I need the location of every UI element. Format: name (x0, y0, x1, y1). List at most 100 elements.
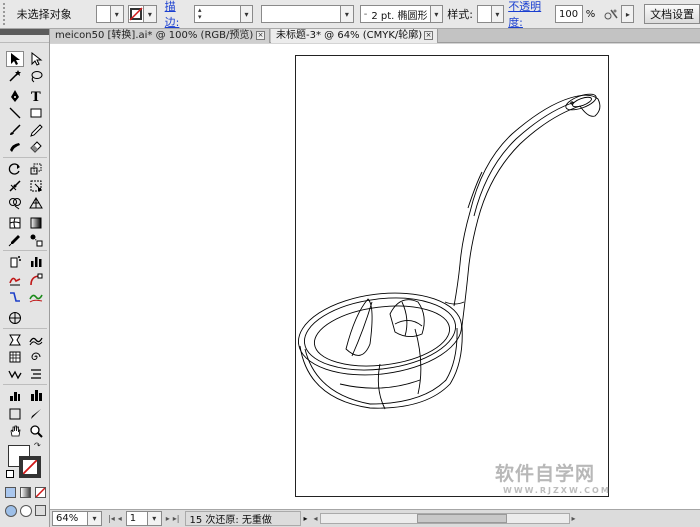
perspective-grid-tool-icon[interactable] (27, 195, 45, 211)
column-graph-tool-icon[interactable] (27, 253, 45, 269)
next-artboard-button[interactable]: ▸ (166, 514, 170, 523)
default-colors-icon[interactable] (6, 470, 14, 478)
shape-builder-tool-icon[interactable] (6, 195, 24, 211)
blend-tool-icon[interactable] (27, 232, 45, 248)
panel-menu-button[interactable]: ▸ (621, 5, 635, 23)
status-menu-button[interactable]: ▸ (303, 514, 307, 523)
selection-status-label: 未选择对象 (16, 8, 72, 21)
document-tab-meicon50[interactable]: meicon50 [转换].ai* @ 100% (RGB/预览) × (50, 29, 270, 43)
rectangle-tool-icon[interactable] (27, 105, 45, 121)
variable-width-dropdown[interactable]: ▾ (341, 5, 354, 23)
magic-wand-tool-icon[interactable] (6, 68, 24, 84)
selection-tool-icon[interactable] (6, 51, 24, 67)
opacity-field[interactable]: 100 (555, 5, 583, 23)
variable-width-profile[interactable] (261, 5, 342, 23)
eyedropper-tool-icon[interactable] (6, 232, 24, 248)
none-mode-button[interactable] (35, 487, 46, 498)
direct-selection-tool-icon[interactable] (27, 51, 45, 67)
free-transform-tool-icon[interactable] (27, 178, 45, 194)
stroke-weight-spinner-icon[interactable]: ▴ ▾ (195, 7, 205, 21)
mesh-tool-icon[interactable] (6, 215, 24, 231)
ladle-outline-artwork[interactable] (50, 44, 700, 509)
pencil-tool-icon[interactable] (27, 122, 45, 138)
horizontal-scrollbar-track[interactable] (319, 513, 570, 524)
last-artboard-button[interactable]: ▸| (173, 514, 180, 523)
tools-panel: T ↷ (0, 29, 50, 527)
blob-brush-tool-icon[interactable] (6, 139, 24, 155)
color-mode-button[interactable] (5, 487, 16, 498)
close-tab-icon[interactable]: × (256, 31, 265, 40)
curve-anchor-red-icon[interactable] (27, 272, 45, 288)
line-segment-tool-icon[interactable] (6, 105, 24, 121)
control-bar: 未选择对象 ▾ ▾ 描边: ▴ ▾ ▾ ▾ - 2 pt. 椭圆形 ▾ 样式: ▾… (0, 0, 700, 29)
brush-definition-dropdown[interactable]: ▾ (430, 5, 444, 23)
draw-normal-mode-icon[interactable] (5, 505, 17, 517)
artboard-target-tool-icon[interactable] (6, 310, 24, 326)
width-tool-icon[interactable] (6, 178, 24, 194)
previous-artboard-button[interactable]: ◂ (118, 514, 122, 523)
brush-definition-field[interactable]: - 2 pt. 椭圆形 (359, 5, 431, 23)
stroke-color-swatch[interactable] (127, 5, 144, 23)
fill-color-swatch[interactable] (96, 5, 111, 23)
stroke-dropdown[interactable]: ▾ (143, 5, 157, 23)
zoom-dropdown[interactable]: ▾ (88, 511, 102, 526)
eraser-tool-icon[interactable] (27, 139, 45, 155)
stacked-graph-tool-icon[interactable] (27, 387, 45, 403)
horizontal-scrollbar-thumb[interactable] (416, 514, 507, 523)
tools-separator (3, 384, 47, 385)
pucker-tool-icon[interactable] (6, 366, 24, 382)
tools-separator (3, 250, 47, 251)
zoom-level-field[interactable]: 64% (52, 511, 88, 526)
graphic-style-swatch[interactable] (476, 5, 492, 23)
symbol-sprayer-tool-icon[interactable] (6, 253, 24, 269)
stroke-color-box[interactable] (19, 456, 41, 478)
gradient-tool-icon[interactable] (27, 215, 45, 231)
draw-behind-mode-icon[interactable] (20, 505, 32, 517)
opacity-link[interactable]: 不透明度: (508, 0, 551, 30)
document-tab-untitled-3[interactable]: 未标题-3* @ 64% (CMYK/轮廓) × (271, 29, 438, 43)
gradient-mode-button[interactable] (20, 487, 31, 498)
tools-panel-collapse-bar[interactable] (0, 35, 49, 43)
paintbrush-tool-icon[interactable] (6, 122, 24, 138)
screen-mode-icon[interactable] (35, 505, 46, 516)
zoom-tool-icon[interactable] (27, 423, 45, 439)
graph-data-tool-icon[interactable] (6, 349, 24, 365)
slice-tool-icon[interactable] (6, 406, 24, 422)
rotate-tool-icon[interactable] (6, 161, 24, 177)
close-tab-icon[interactable]: × (424, 31, 433, 40)
hand-tool-icon[interactable] (6, 423, 24, 439)
fill-dropdown[interactable]: ▾ (110, 5, 124, 23)
artboard-number-field[interactable]: 1 (125, 511, 148, 526)
pen-tool-icon[interactable] (6, 88, 24, 104)
list-tool-icon[interactable] (27, 366, 45, 382)
curvature-tool-red-icon[interactable] (6, 272, 24, 288)
envelope-distort-tool-icon[interactable] (6, 332, 24, 348)
stroke-link[interactable]: 描边: (165, 0, 188, 30)
style-label: 样式: (447, 8, 473, 21)
first-artboard-button[interactable]: |◂ (108, 514, 115, 523)
status-info-field[interactable]: 15 次还原: 无重做 (185, 511, 302, 526)
blue-path-tool-icon[interactable] (6, 289, 24, 305)
tools-separator (3, 328, 47, 329)
green-wave-tool-icon[interactable] (27, 289, 45, 305)
canvas-area[interactable]: 软件自学网 WWW.RJZXW.COM (50, 44, 700, 509)
stroke-weight-field[interactable]: ▴ ▾ (193, 5, 241, 23)
horizontal-scrollbar-left-button[interactable]: ◂ (313, 514, 317, 523)
graphic-style-dropdown[interactable]: ▾ (491, 5, 505, 23)
panel-grip[interactable] (3, 3, 9, 25)
type-tool-icon[interactable]: T (27, 88, 45, 104)
stroke-none-slash-icon (23, 460, 37, 474)
opacity-percent: % (585, 8, 596, 20)
scale-tool-icon[interactable] (27, 161, 45, 177)
swap-fill-stroke-icon[interactable]: ↷ (34, 442, 44, 452)
horizontal-scrollbar-right-button[interactable]: ▸ (572, 514, 576, 523)
warp-tool-icon[interactable] (27, 332, 45, 348)
artboard-number-dropdown[interactable]: ▾ (147, 511, 162, 526)
stroke-weight-dropdown[interactable]: ▾ (240, 5, 254, 23)
knife-tool-icon[interactable] (27, 406, 45, 422)
recolor-artwork-icon[interactable] (603, 5, 619, 23)
bar-graph-tool-icon[interactable] (6, 387, 24, 403)
lasso-tool-icon[interactable] (27, 68, 45, 84)
twirl-tool-icon[interactable] (27, 349, 45, 365)
document-setup-button[interactable]: 文档设置 (644, 4, 700, 24)
